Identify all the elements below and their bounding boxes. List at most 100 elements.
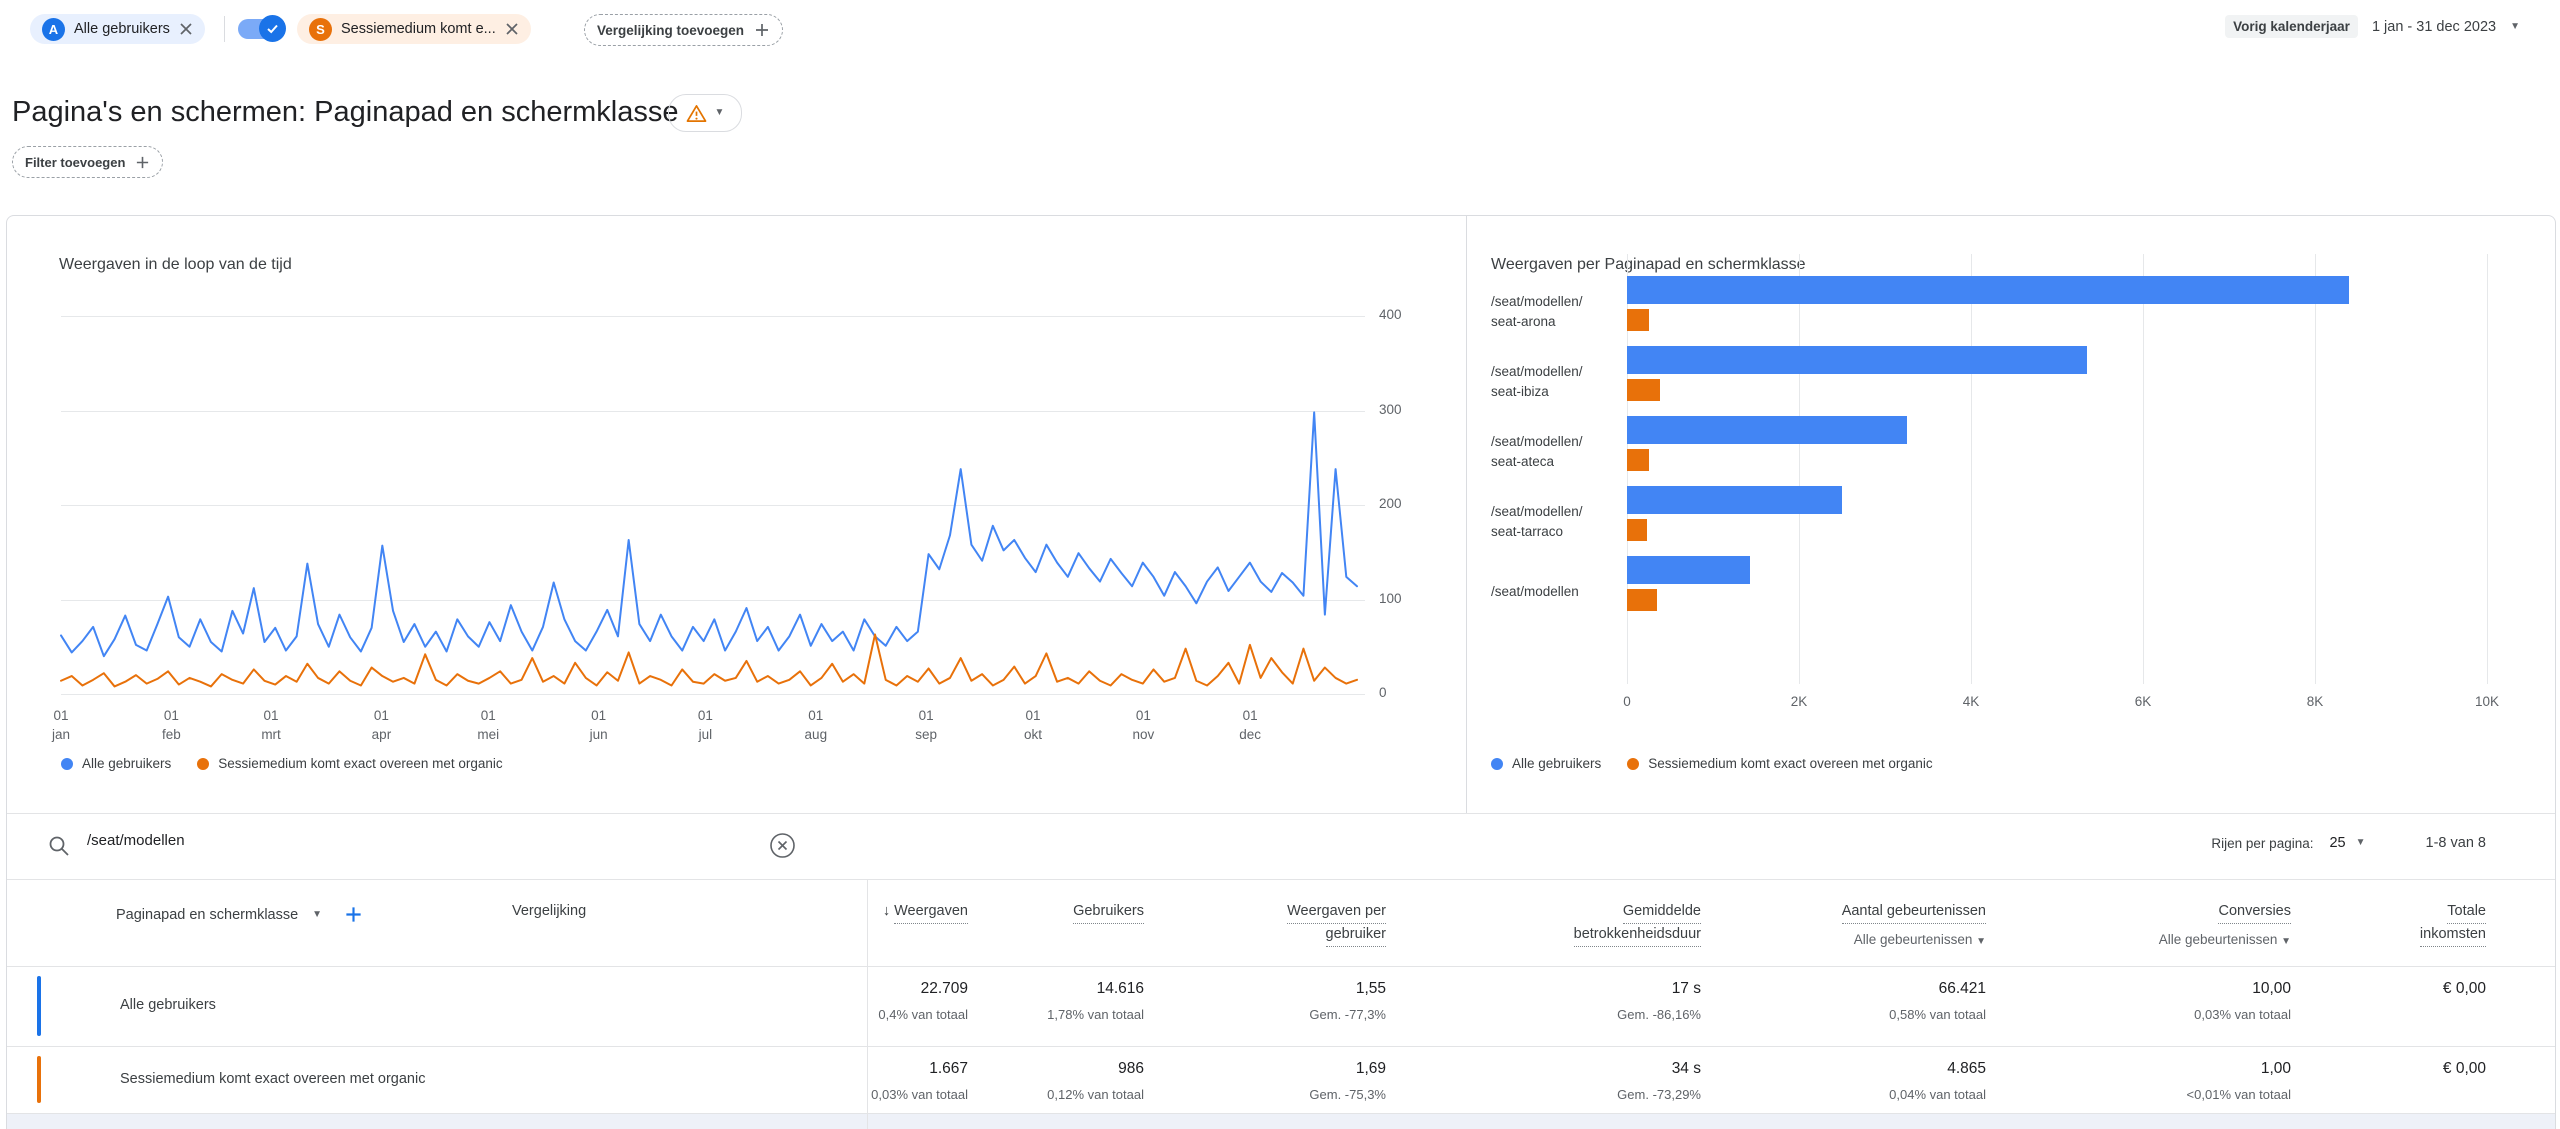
comparison-bar: A Alle gebruikers S Sessiemedium komt e.… bbox=[0, 0, 2560, 56]
close-icon[interactable] bbox=[179, 22, 193, 36]
metric-cell: € 0,00 bbox=[2443, 980, 2486, 998]
legend-item: Alle gebruikers bbox=[61, 756, 171, 771]
search-input[interactable] bbox=[85, 831, 729, 850]
table-row-partial bbox=[7, 1114, 2555, 1129]
comparison-toggle[interactable] bbox=[238, 17, 284, 41]
metric-subvalue: Gem. -77,3% bbox=[1309, 1007, 1386, 1022]
bar-category-label: /seat/modellen/seat-ibiza bbox=[1491, 362, 1623, 401]
x-axis-label: 01 bbox=[1230, 708, 1270, 723]
panel-divider bbox=[1466, 216, 1467, 813]
plus-icon bbox=[135, 155, 150, 170]
y-axis-label: 100 bbox=[1379, 591, 1402, 606]
metric-value: 34 s bbox=[1617, 1060, 1701, 1078]
x-axis-label: 01 bbox=[41, 708, 81, 723]
metric-cell: 9860,12% van totaal bbox=[1047, 1060, 1144, 1102]
line-chart-canvas bbox=[61, 316, 1357, 700]
date-preset-badge: Vorig kalenderjaar bbox=[2225, 15, 2358, 38]
clear-search-icon[interactable] bbox=[769, 832, 796, 859]
metric-value: 4.865 bbox=[1889, 1060, 1986, 1078]
warning-icon bbox=[686, 104, 707, 123]
data-quality-button[interactable]: ▼ bbox=[668, 94, 742, 132]
all-users-avatar: A bbox=[42, 18, 65, 41]
bar-chart-title: Weergaven per Paginapad en schermklasse bbox=[1491, 256, 1806, 274]
x-axis-label: mei bbox=[468, 727, 508, 742]
comparison-chip[interactable]: S Sessiemedium komt e... bbox=[297, 14, 531, 44]
close-icon[interactable] bbox=[505, 22, 519, 36]
legend-item: Sessiemedium komt exact overeen met orga… bbox=[197, 756, 502, 771]
metric-subvalue: 1,78% van totaal bbox=[1047, 1007, 1144, 1022]
bar-category-label: /seat/modellen/seat-ateca bbox=[1491, 432, 1623, 471]
add-dimension-icon[interactable] bbox=[344, 905, 363, 924]
column-header-gemiddelde-betrokkenheidsduur[interactable]: Gemiddeldebetrokkenheidsduur bbox=[1574, 901, 1701, 947]
all-users-chip[interactable]: A Alle gebruikers bbox=[30, 14, 205, 44]
x-axis-label: 6K bbox=[2123, 694, 2163, 709]
x-axis-label: mrt bbox=[251, 727, 291, 742]
y-axis-label: 0 bbox=[1379, 685, 1387, 700]
metric-value: 1,69 bbox=[1309, 1060, 1386, 1078]
x-axis-label: apr bbox=[361, 727, 401, 742]
report-card: Weergaven in de loop van de tijd Weergav… bbox=[6, 215, 2556, 1129]
gridline bbox=[2315, 254, 2316, 684]
table-row: Sessiemedium komt exact overeen met orga… bbox=[7, 1046, 2555, 1113]
bar-category-label: /seat/modellen/seat-tarraco bbox=[1491, 502, 1623, 541]
metric-value: 17 s bbox=[1617, 980, 1701, 998]
add-comparison-button[interactable]: Vergelijking toevoegen bbox=[584, 14, 783, 46]
bar-comparison bbox=[1627, 449, 1649, 471]
metric-subvalue: 0,4% van totaal bbox=[878, 1007, 968, 1022]
bar-all-users bbox=[1627, 556, 1750, 584]
add-filter-button[interactable]: Filter toevoegen bbox=[12, 146, 163, 178]
x-axis-label: 01 bbox=[906, 708, 946, 723]
comparison-chip-label: Sessiemedium komt e... bbox=[341, 21, 496, 37]
chip-divider bbox=[224, 16, 225, 42]
x-axis-label: 8K bbox=[2295, 694, 2335, 709]
y-axis-label: 200 bbox=[1379, 496, 1402, 511]
x-axis-label: jul bbox=[685, 727, 725, 742]
chevron-down-icon[interactable]: ▼ bbox=[312, 910, 322, 920]
event-filter-dropdown[interactable]: Alle gebeurtenissen ▼ bbox=[2159, 932, 2291, 947]
column-header-aantalgebeurtenissen[interactable]: Aantal gebeurtenissenAlle gebeurtenissen… bbox=[1842, 901, 1986, 947]
x-axis-label: 0 bbox=[1607, 694, 1647, 709]
pagination: Rijen per pagina: 25▼ 1-8 van 8 bbox=[2211, 835, 2486, 851]
metric-subvalue: 0,12% van totaal bbox=[1047, 1087, 1144, 1102]
chevron-down-icon: ▼ bbox=[2281, 936, 2291, 947]
x-axis-label: feb bbox=[151, 727, 191, 742]
bar-comparison bbox=[1627, 519, 1647, 541]
chevron-down-icon: ▼ bbox=[1976, 936, 1986, 947]
column-header-gebruikers[interactable]: Gebruikers bbox=[1073, 901, 1144, 924]
line-chart-title: Weergaven in de loop van de tijd bbox=[59, 256, 292, 274]
column-header-weergavenper-gebruiker[interactable]: Weergaven pergebruiker bbox=[1287, 901, 1386, 947]
table-row: Alle gebruikers22.7090,4% van totaal14.6… bbox=[7, 966, 2555, 1046]
metric-cell: 66.4210,58% van totaal bbox=[1889, 980, 1986, 1022]
comparison-avatar: S bbox=[309, 18, 332, 41]
x-axis-label: 01 bbox=[468, 708, 508, 723]
metric-cell: 1,55Gem. -77,3% bbox=[1309, 980, 1386, 1022]
plus-icon bbox=[754, 22, 770, 38]
x-axis-label: 01 bbox=[251, 708, 291, 723]
metric-cell: 4.8650,04% van totaal bbox=[1889, 1060, 1986, 1102]
chevron-down-icon: ▼ bbox=[715, 108, 725, 118]
metric-subvalue: Gem. -86,16% bbox=[1617, 1007, 1701, 1022]
x-axis-label: 01 bbox=[579, 708, 619, 723]
rows-per-page-select[interactable]: 25▼ bbox=[2329, 835, 2365, 851]
event-filter-dropdown[interactable]: Alle gebeurtenissen ▼ bbox=[1842, 932, 1986, 947]
metric-subvalue: <0,01% van totaal bbox=[2187, 1087, 2291, 1102]
add-comparison-label: Vergelijking toevoegen bbox=[597, 23, 744, 38]
bar-category-label: /seat/modellen bbox=[1491, 582, 1623, 602]
metric-cell: 10,000,03% van totaal bbox=[2194, 980, 2291, 1022]
column-header-weergaven[interactable]: ↓ Weergaven bbox=[883, 901, 968, 924]
x-axis-label: nov bbox=[1123, 727, 1163, 742]
gridline bbox=[2487, 254, 2488, 684]
check-icon bbox=[265, 21, 280, 36]
dimension-header[interactable]: Paginapad en schermklasse ▼ bbox=[116, 905, 363, 924]
bar-comparison bbox=[1627, 589, 1657, 611]
column-header-conversies[interactable]: ConversiesAlle gebeurtenissen ▼ bbox=[2159, 901, 2291, 947]
gridline bbox=[1799, 254, 1800, 684]
column-header-totale-inkomsten[interactable]: Totaleinkomsten bbox=[2420, 901, 2486, 947]
metric-value: 1.667 bbox=[871, 1060, 968, 1078]
sort-desc-icon: ↓ bbox=[883, 903, 894, 919]
legend-dot-icon bbox=[1627, 758, 1639, 770]
comparison-header-label: Vergelijking bbox=[512, 903, 586, 919]
metric-subvalue: 0,03% van totaal bbox=[2194, 1007, 2291, 1022]
metric-cell: 17 s Gem. -86,16% bbox=[1617, 980, 1701, 1022]
date-range-picker[interactable]: Vorig kalenderjaar 1 jan - 31 dec 2023 ▼ bbox=[2225, 15, 2520, 38]
